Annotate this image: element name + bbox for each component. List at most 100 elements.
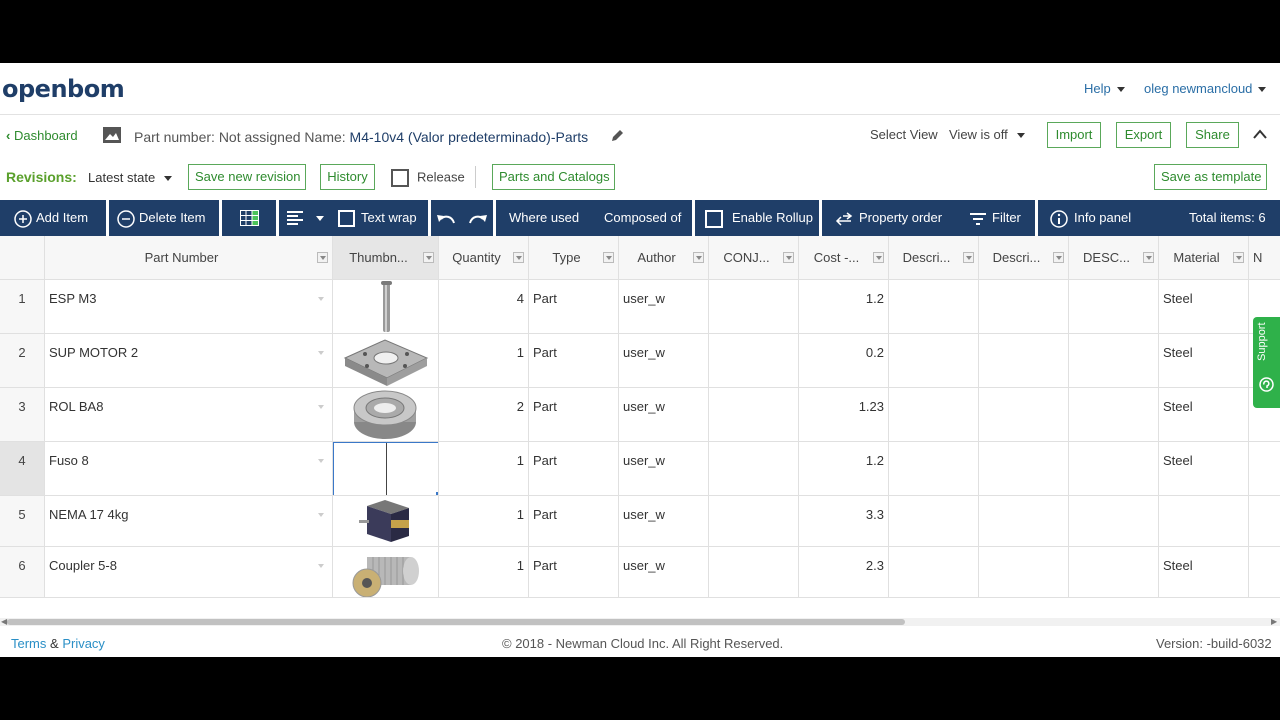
column-filter-dropdown-icon[interactable] [603,252,614,263]
column-filter-dropdown-icon[interactable] [513,252,524,263]
extra-cell[interactable] [1249,442,1280,496]
where-used-button[interactable]: Where used [509,200,579,236]
column-filter-dropdown-icon[interactable] [783,252,794,263]
privacy-link[interactable]: Privacy [62,636,105,651]
desc-cell[interactable] [1069,388,1159,442]
conj-cell[interactable] [709,280,799,334]
image-icon[interactable] [102,126,122,144]
column-header[interactable]: Descri... [889,236,979,280]
row-number[interactable]: 2 [0,334,45,388]
description-cell[interactable] [979,280,1069,334]
part-select-caret-icon[interactable] [318,459,324,463]
description-cell[interactable] [889,496,979,547]
share-button[interactable]: Share [1186,122,1239,148]
column-header[interactable]: Type [529,236,619,280]
horizontal-scroll-thumb[interactable] [7,619,905,625]
redo-icon[interactable] [468,211,488,225]
row-number[interactable]: 1 [0,280,45,334]
text-wrap-checkbox[interactable] [338,210,355,228]
text-wrap-toggle[interactable]: Text wrap [338,200,417,236]
user-menu[interactable]: oleg newmancloud [1144,81,1267,96]
material-cell[interactable]: Steel [1159,547,1249,598]
cost-cell[interactable]: 2.3 [799,547,889,598]
save-as-template-button[interactable]: Save as template [1154,164,1267,190]
thumbnail-cell[interactable] [333,388,439,442]
export-button[interactable]: Export [1116,122,1171,148]
author-cell[interactable]: user_w [619,280,709,334]
align-left-icon[interactable] [287,211,303,225]
part-number-cell[interactable]: NEMA 17 4kg [45,496,333,547]
part-select-caret-icon[interactable] [318,297,324,301]
description-cell[interactable] [889,442,979,496]
material-cell[interactable]: Steel [1159,280,1249,334]
desc-cell[interactable] [1069,547,1159,598]
conj-cell[interactable] [709,388,799,442]
description-cell[interactable] [979,496,1069,547]
save-new-revision-button[interactable]: Save new revision [188,164,306,190]
description-cell[interactable] [889,547,979,598]
enable-rollup-checkbox[interactable] [705,209,723,228]
scroll-right-arrow-icon[interactable]: ▶ [1271,618,1277,626]
column-header[interactable]: DESC... [1069,236,1159,280]
cost-cell[interactable]: 3.3 [799,496,889,547]
column-header[interactable]: Author [619,236,709,280]
column-header[interactable]: Cost -... [799,236,889,280]
column-filter-dropdown-icon[interactable] [423,252,434,263]
description-cell[interactable] [889,334,979,388]
thumbnail-cell[interactable] [333,496,439,547]
material-cell[interactable]: Steel [1159,334,1249,388]
row-number[interactable]: 6 [0,547,45,598]
thumbnail-cell[interactable] [333,280,439,334]
release-checkbox[interactable] [391,169,409,187]
type-cell[interactable]: Part [529,334,619,388]
row-number[interactable]: 3 [0,388,45,442]
author-cell[interactable]: user_w [619,388,709,442]
thumbnail-cell[interactable] [333,334,439,388]
author-cell[interactable]: user_w [619,442,709,496]
quantity-cell[interactable]: 1 [439,496,529,547]
column-filter-dropdown-icon[interactable] [693,252,704,263]
enable-rollup-toggle[interactable]: Enable Rollup [705,200,813,236]
description-cell[interactable] [979,547,1069,598]
terms-link[interactable]: Terms [11,636,46,651]
cost-cell[interactable]: 1.23 [799,388,889,442]
release-toggle[interactable]: Release [391,169,465,187]
composed-of-button[interactable]: Composed of [604,200,681,236]
row-number[interactable]: 5 [0,496,45,547]
collapse-chevron-up-icon[interactable] [1253,129,1267,139]
align-dropdown-caret-icon[interactable] [316,216,324,221]
description-cell[interactable] [979,334,1069,388]
desc-cell[interactable] [1069,496,1159,547]
part-number-cell[interactable]: ESP M3 [45,280,333,334]
grid-view-icon[interactable] [240,210,259,226]
description-cell[interactable] [889,280,979,334]
column-header[interactable]: Descri... [979,236,1069,280]
openbom-logo[interactable]: openbom [2,75,125,103]
column-header[interactable]: Quantity [439,236,529,280]
column-filter-dropdown-icon[interactable] [963,252,974,263]
material-cell[interactable] [1159,496,1249,547]
quantity-cell[interactable]: 1 [439,442,529,496]
info-panel-button[interactable]: Info panel [1050,200,1131,236]
part-number-cell[interactable]: ROL BA8 [45,388,333,442]
extra-cell[interactable] [1249,547,1280,598]
edit-pencil-icon[interactable] [610,129,624,143]
type-cell[interactable]: Part [529,388,619,442]
column-filter-dropdown-icon[interactable] [1233,252,1244,263]
conj-cell[interactable] [709,496,799,547]
property-order-button[interactable]: Property order [835,200,942,236]
description-cell[interactable] [889,388,979,442]
desc-cell[interactable] [1069,442,1159,496]
revision-state-select[interactable]: Latest state [88,170,173,185]
column-filter-dropdown-icon[interactable] [1143,252,1154,263]
view-select[interactable]: View is off [949,127,1025,142]
part-select-caret-icon[interactable] [318,405,324,409]
column-filter-dropdown-icon[interactable] [873,252,884,263]
quantity-cell[interactable]: 4 [439,280,529,334]
add-item-button[interactable]: Add Item [14,200,88,236]
history-button[interactable]: History [320,164,375,190]
desc-cell[interactable] [1069,334,1159,388]
quantity-cell[interactable]: 1 [439,334,529,388]
filter-button[interactable]: Filter [970,200,1021,236]
type-cell[interactable]: Part [529,496,619,547]
